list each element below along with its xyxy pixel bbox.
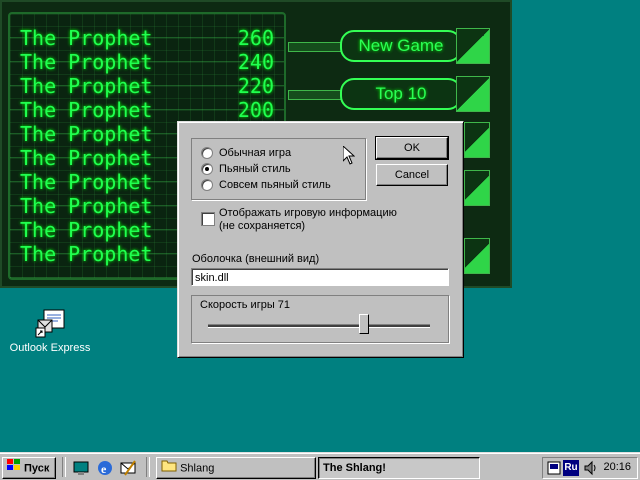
- player-score: 260: [237, 26, 274, 50]
- task-label: Shlang: [180, 462, 215, 475]
- button-wedge: [456, 28, 490, 64]
- high-score-row: The Prophet: [20, 242, 274, 266]
- ok-button[interactable]: OK: [375, 136, 449, 160]
- player-name: The Prophet: [20, 194, 153, 218]
- high-score-row: The Prophet: [20, 218, 274, 242]
- skin-input[interactable]: skin.dll: [191, 268, 449, 286]
- outlook-express-label: Outlook Express: [9, 342, 91, 354]
- player-name: The Prophet: [20, 50, 153, 74]
- new-game-button[interactable]: New Game: [288, 28, 492, 64]
- volume-icon[interactable]: [583, 460, 599, 479]
- player-name: The Prophet: [20, 242, 153, 266]
- taskbar-separator: [146, 457, 150, 477]
- clock: 20:16: [603, 461, 631, 473]
- high-score-row: The Prophet 220: [20, 74, 274, 98]
- cancel-button[interactable]: Cancel: [376, 164, 448, 186]
- system-tray: Ru 20:16: [542, 457, 638, 479]
- task-shlang-folder[interactable]: Shlang: [156, 457, 316, 479]
- player-score: 200: [237, 98, 274, 122]
- player-name: The Prophet: [20, 170, 153, 194]
- speed-group: Скорость игры 71: [191, 295, 449, 343]
- top10-button[interactable]: Top 10: [288, 76, 492, 112]
- player-name: The Prophet: [20, 98, 153, 122]
- high-score-row: The Prophet: [20, 122, 274, 146]
- top10-label: Top 10: [340, 78, 462, 110]
- game-button-edge[interactable]: [464, 238, 490, 274]
- outlook-express-quicklaunch-icon[interactable]: [119, 459, 137, 477]
- high-score-row: The Prophet: [20, 170, 274, 194]
- player-name: The Prophet: [20, 26, 153, 50]
- high-score-row: The Prophet 200: [20, 98, 274, 122]
- tray-app-icon[interactable]: [547, 460, 561, 479]
- start-button[interactable]: Пуск: [2, 457, 56, 479]
- windows-logo-icon: [6, 458, 22, 478]
- task-label: The Shlang!: [323, 462, 386, 474]
- player-name: The Prophet: [20, 146, 153, 170]
- taskbar-separator: [62, 457, 66, 477]
- show-desktop-icon[interactable]: [72, 459, 90, 477]
- high-score-row: The Prophet: [20, 194, 274, 218]
- player-name: The Prophet: [20, 122, 153, 146]
- start-label: Пуск: [24, 462, 50, 475]
- game-button-edge[interactable]: [464, 122, 490, 158]
- new-game-label: New Game: [340, 30, 462, 62]
- mouse-cursor-icon: [342, 144, 356, 168]
- speed-slider-thumb[interactable]: [359, 314, 369, 334]
- svg-text:e: e: [101, 462, 107, 476]
- game-button-edge[interactable]: [464, 170, 490, 206]
- player-name: The Prophet: [20, 218, 153, 242]
- player-name: The Prophet: [20, 74, 153, 98]
- taskbar: Пуск e Shlang The Shlang! Ru 20:16: [0, 452, 640, 480]
- outlook-express-icon: [34, 306, 66, 338]
- outlook-express-desktop-icon[interactable]: Outlook Express: [4, 306, 96, 354]
- speed-slider-track[interactable]: [208, 324, 430, 328]
- high-score-row: The Prophet 260: [20, 26, 274, 50]
- language-indicator[interactable]: Ru: [563, 460, 579, 476]
- button-wedge: [456, 76, 490, 112]
- task-the-shlang[interactable]: The Shlang!: [318, 457, 480, 479]
- internet-explorer-icon[interactable]: e: [96, 459, 114, 477]
- high-score-row: The Prophet: [20, 146, 274, 170]
- player-score: 240: [237, 50, 274, 74]
- folder-icon: [161, 458, 177, 478]
- speed-label: Скорость игры 71: [200, 299, 291, 311]
- player-score: 220: [237, 74, 274, 98]
- high-score-row: The Prophet 240: [20, 50, 274, 74]
